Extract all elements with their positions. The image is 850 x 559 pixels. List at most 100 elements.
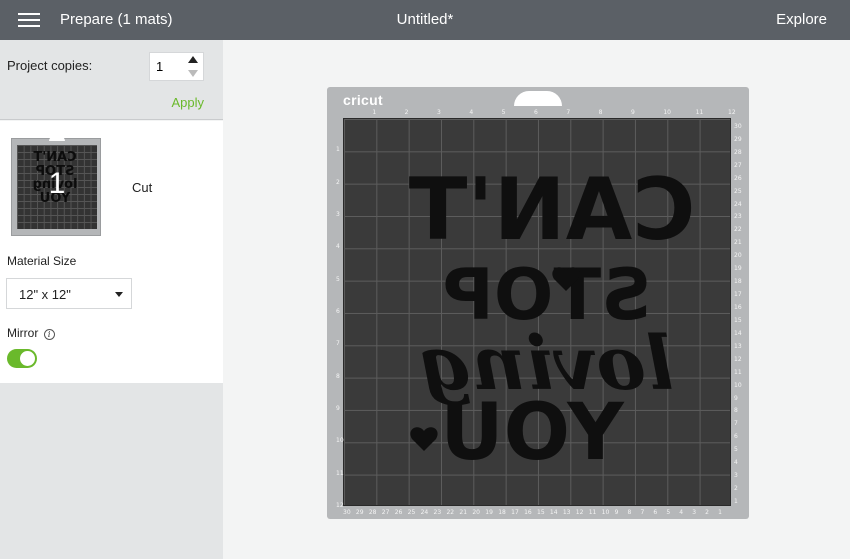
ruler-left-tick: 1: [336, 146, 340, 154]
copies-input[interactable]: [156, 59, 184, 74]
ruler-right-tick: 14: [734, 329, 742, 337]
ruler-right-tick: 3: [734, 472, 738, 480]
apply-button[interactable]: Apply: [171, 95, 204, 110]
ruler-right-tick: 16: [734, 304, 742, 311]
ruler-right-tick: 26: [734, 174, 742, 182]
material-size-label: Material Size: [7, 254, 77, 268]
explore-button[interactable]: Explore: [776, 11, 827, 28]
ruler-right-tick: 1: [734, 498, 738, 505]
copies-stepper[interactable]: [149, 52, 204, 81]
cutting-mat: cricut CAN'T STOP loving YOU 1 2 3 4 5 6 7 8 9 10…: [327, 87, 749, 519]
ruler-right-tick: 24: [734, 200, 742, 208]
ruler-bottom-tick: 19: [485, 509, 493, 516]
hamburger-icon[interactable]: [18, 12, 40, 28]
ruler-top-tick: 10: [663, 109, 671, 116]
ruler-left-tick: 12: [336, 502, 344, 509]
ruler-bottom-tick: 1: [718, 509, 722, 516]
ruler-bottom-tick: 10: [601, 509, 610, 516]
sidebar-empty-area: [0, 383, 223, 559]
ruler-left-tick: 2: [336, 178, 340, 186]
ruler-right-tick: 29: [734, 135, 742, 143]
ruler-bottom-tick: 8: [627, 509, 632, 516]
ruler-bottom-tick: 30: [343, 509, 351, 516]
material-size-select[interactable]: 12" x 12": [6, 278, 132, 309]
ruler-bottom-tick: 17: [511, 509, 519, 516]
ruler-right-tick: 15: [734, 316, 742, 324]
ruler-bottom-tick: 9: [614, 509, 619, 516]
ruler-right-tick: 13: [734, 342, 742, 350]
ruler-bottom-tick: 22: [446, 509, 455, 516]
ruler-bottom-tick: 20: [472, 509, 480, 516]
ruler-right-tick: 23: [734, 213, 742, 221]
ruler-bottom-tick: 27: [381, 509, 390, 516]
ruler-right-tick: 30: [734, 122, 742, 130]
copies-panel: Project copies: Apply: [0, 40, 223, 120]
cut-design[interactable]: CAN'T STOP loving YOU: [344, 119, 732, 507]
thumb-notch: [49, 136, 65, 141]
ruler-right-tick: 8: [734, 407, 738, 415]
ruler-bottom-tick: 24: [420, 509, 429, 516]
ruler-top-tick: 8: [598, 109, 603, 116]
ruler-bottom-tick: 18: [498, 509, 506, 516]
mat-thumbnail[interactable]: CAN'T STOP loving YOU 1: [11, 136, 101, 236]
mirror-label: Mirror: [7, 326, 39, 340]
ruler-left-tick: 3: [336, 211, 340, 218]
ruler-bottom-tick: 21: [459, 509, 468, 516]
ruler-top-tick: 11: [695, 109, 704, 116]
ruler-right-tick: 17: [734, 291, 742, 299]
ruler-bottom-tick: 28: [368, 509, 377, 516]
project-copies-label: Project copies:: [7, 58, 93, 73]
ruler-bottom-tick: 15: [537, 509, 545, 516]
ruler-bottom-tick: 4: [679, 509, 684, 516]
ruler-left-tick: 7: [336, 340, 340, 348]
top-bar: Prepare (1 mats) Untitled* Explore: [0, 0, 850, 40]
ruler-bottom-tick: 29: [355, 509, 364, 516]
ruler-right-tick: 6: [734, 433, 738, 441]
increment-arrow-icon[interactable]: [188, 56, 198, 63]
art-line-4: YOU: [440, 388, 624, 478]
ruler-bottom-tick: 13: [562, 509, 571, 516]
ruler-right-tick: 19: [734, 265, 742, 273]
ruler-right-tick: 7: [734, 420, 738, 428]
ruler-top-tick: 5: [501, 109, 506, 116]
ruler-bottom-tick: 26: [394, 509, 403, 516]
ruler-bottom-tick: 23: [433, 509, 442, 516]
ruler-right-tick: 4: [734, 459, 738, 467]
ruler-right-tick: 18: [734, 278, 742, 286]
info-icon[interactable]: i: [43, 329, 55, 340]
ruler-top-tick: 3: [437, 109, 441, 116]
heart-icon: [410, 427, 438, 451]
ruler-bottom-tick: 14: [549, 509, 558, 516]
page-title: Prepare (1 mats): [60, 11, 173, 28]
mat-grid: CAN'T STOP loving YOU: [343, 118, 731, 506]
decrement-arrow-icon[interactable]: [188, 70, 198, 77]
ruler-bottom-tick: 2: [705, 509, 709, 516]
ruler-right-tick: 10: [734, 381, 742, 389]
ruler-right-tick: 5: [734, 446, 738, 454]
ruler-bottom-tick: 12: [575, 509, 584, 516]
ruler-right-tick: 12: [734, 355, 742, 363]
ruler-top-tick: 12: [728, 109, 736, 116]
ruler-top-tick: 1: [372, 109, 377, 116]
ruler-right-tick: 21: [734, 239, 742, 247]
ruler-bottom-tick: 16: [524, 509, 532, 516]
ruler-right-tick: 2: [734, 485, 738, 493]
ruler-bottom-tick: 11: [588, 509, 597, 516]
chevron-down-icon: [115, 292, 123, 297]
art-line-1: CAN'T: [408, 160, 695, 260]
ruler-bottom-tick: 3: [692, 509, 697, 516]
ruler-right-tick: 9: [734, 394, 738, 402]
ruler-bottom-tick: 5: [666, 509, 671, 516]
ruler-left-tick: 9: [336, 405, 340, 412]
mat-notch: [514, 91, 562, 106]
ruler-left-tick: 6: [336, 308, 340, 315]
ruler-left-tick: 4: [336, 243, 340, 251]
ruler-right-tick: 27: [734, 161, 742, 169]
mirror-toggle[interactable]: [7, 349, 37, 368]
ruler-right-tick: 11: [734, 368, 742, 376]
ruler-left-tick: 5: [336, 275, 340, 283]
toggle-knob: [20, 351, 35, 366]
material-size-value: 12" x 12": [19, 287, 71, 302]
ruler-bottom-tick: 6: [653, 509, 658, 516]
mat-type-label: Cut: [132, 180, 153, 195]
